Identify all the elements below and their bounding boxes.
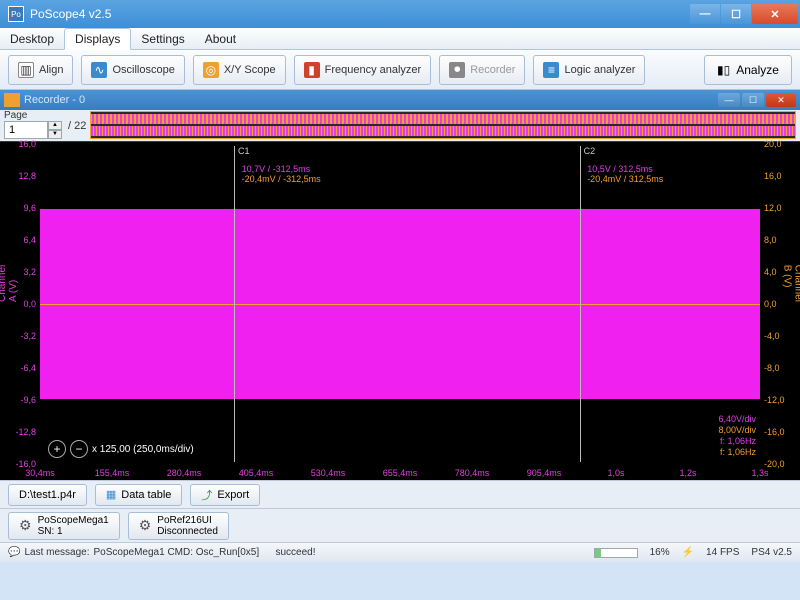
plot-canvas[interactable]: C1 10,7V / -312,5ms -20,4mV / -312,5ms C… — [40, 146, 760, 462]
plot-area: Channel A (V) 16,012,89,66,43,20,0-3,2-6… — [0, 142, 800, 480]
device-poref-button[interactable]: ⚙ PoRef216UIDisconnected — [128, 512, 229, 540]
zero-line — [40, 304, 760, 305]
xyscope-button[interactable]: ◎X/Y Scope — [193, 55, 286, 85]
xyscope-icon: ◎ — [203, 62, 219, 78]
device-bar: ⚙ PoScopeMega1SN: 1 ⚙ PoRef216UIDisconne… — [0, 508, 800, 542]
cpu-percent: 16% — [650, 547, 670, 558]
overview-strip[interactable] — [90, 111, 796, 139]
zoom-in-button[interactable]: + — [48, 440, 66, 458]
zoom-controls: + − x 125,00 (250,0ms/div) — [48, 440, 194, 458]
app-icon: Po — [8, 6, 24, 22]
page-bar: Page ▲ ▼ / 22 — [0, 110, 800, 142]
logic-analyzer-button[interactable]: ≡Logic analyzer — [533, 55, 645, 85]
cursor-c2-label: C2 — [584, 146, 596, 156]
close-button[interactable] — [752, 4, 798, 24]
cursor-c2-info: 10,5V / 312,5ms -20,4mV / 312,5ms — [587, 164, 663, 184]
y-axis-right: Channel B (V) 20,016,012,08,04,00,0-4,0-… — [760, 142, 800, 462]
panel-minimize-button[interactable]: — — [718, 93, 740, 107]
align-icon: ▥ — [18, 62, 34, 78]
page-down-button[interactable]: ▼ — [48, 130, 62, 139]
window-titlebar: Po PoScope4 v2.5 — [0, 0, 800, 28]
scale-info: 6,40V/div 8,00V/div f: 1,06Hz f: 1,06Hz — [718, 414, 756, 458]
file-bar: D:\test1.p4r ▦Data table ⤴Export — [0, 480, 800, 508]
panel-icon — [4, 93, 20, 107]
menubar: Desktop Displays Settings About — [0, 28, 800, 50]
panel-title: Recorder - 0 — [24, 94, 716, 106]
frequency-icon: ▮ — [304, 62, 320, 78]
recorder-icon: ⏺ — [449, 62, 465, 78]
logic-icon: ≡ — [543, 62, 559, 78]
cursor-c2[interactable] — [580, 146, 581, 462]
file-path-button[interactable]: D:\test1.p4r — [8, 484, 87, 506]
toolbar: ▥Align ∿Oscilloscope ◎X/Y Scope ▮Frequen… — [0, 50, 800, 90]
analyze-icon: ▮▯ — [717, 63, 730, 77]
fps-icon: ⚡ — [682, 547, 694, 558]
message-icon: 💬 — [8, 547, 20, 558]
menu-settings[interactable]: Settings — [131, 28, 194, 49]
cursor-c1-info: 10,7V / -312,5ms -20,4mV / -312,5ms — [242, 164, 321, 184]
y-axis-right-label: Channel B (V) — [781, 265, 800, 302]
gear-icon: ⚙ — [139, 517, 152, 534]
zoom-out-button[interactable]: − — [70, 440, 88, 458]
page-label: Page — [4, 110, 62, 121]
page-input[interactable] — [4, 121, 48, 139]
statusbar: 💬 Last message: PoScopeMega1 CMD: Osc_Ru… — [0, 542, 800, 562]
status-message: 💬 Last message: PoScopeMega1 CMD: Osc_Ru… — [8, 547, 316, 558]
cursor-c1-label: C1 — [238, 146, 250, 156]
frequency-analyzer-button[interactable]: ▮Frequency analyzer — [294, 55, 432, 85]
fps-value: 14 FPS — [706, 547, 739, 558]
analyze-button[interactable]: ▮▯Analyze — [704, 55, 792, 85]
export-icon: ⤴ — [201, 487, 212, 503]
align-button[interactable]: ▥Align — [8, 55, 73, 85]
page-total: / 22 — [68, 120, 86, 132]
panel-close-button[interactable]: ✕ — [766, 93, 796, 107]
menu-desktop[interactable]: Desktop — [0, 28, 64, 49]
maximize-button[interactable] — [721, 4, 751, 24]
zoom-text: x 125,00 (250,0ms/div) — [92, 444, 194, 455]
data-table-button[interactable]: ▦Data table — [95, 484, 183, 506]
cursor-c1[interactable] — [234, 146, 235, 462]
window-title: PoScope4 v2.5 — [30, 7, 690, 21]
table-icon: ▦ — [106, 488, 116, 501]
menu-about[interactable]: About — [195, 28, 246, 49]
page-up-button[interactable]: ▲ — [48, 121, 62, 130]
panel-maximize-button[interactable]: ☐ — [742, 93, 764, 107]
cpu-bar — [594, 548, 638, 558]
menu-displays[interactable]: Displays — [64, 28, 131, 50]
device-poscope-button[interactable]: ⚙ PoScopeMega1SN: 1 — [8, 512, 120, 540]
export-button[interactable]: ⤴Export — [190, 484, 260, 506]
version-label: PS4 v2.5 — [751, 547, 792, 558]
oscilloscope-button[interactable]: ∿Oscilloscope — [81, 55, 184, 85]
x-axis: 30,4ms155,4ms280,4ms405,4ms530,4ms655,4m… — [40, 462, 760, 480]
oscilloscope-icon: ∿ — [91, 62, 107, 78]
panel-titlebar: Recorder - 0 — ☐ ✕ — [0, 90, 800, 110]
y-axis-left: Channel A (V) 16,012,89,66,43,20,0-3,2-6… — [0, 142, 40, 462]
minimize-button[interactable] — [690, 4, 720, 24]
recorder-button[interactable]: ⏺Recorder — [439, 55, 525, 85]
gear-icon: ⚙ — [19, 517, 32, 534]
y-axis-left-label: Channel A (V) — [0, 265, 19, 302]
